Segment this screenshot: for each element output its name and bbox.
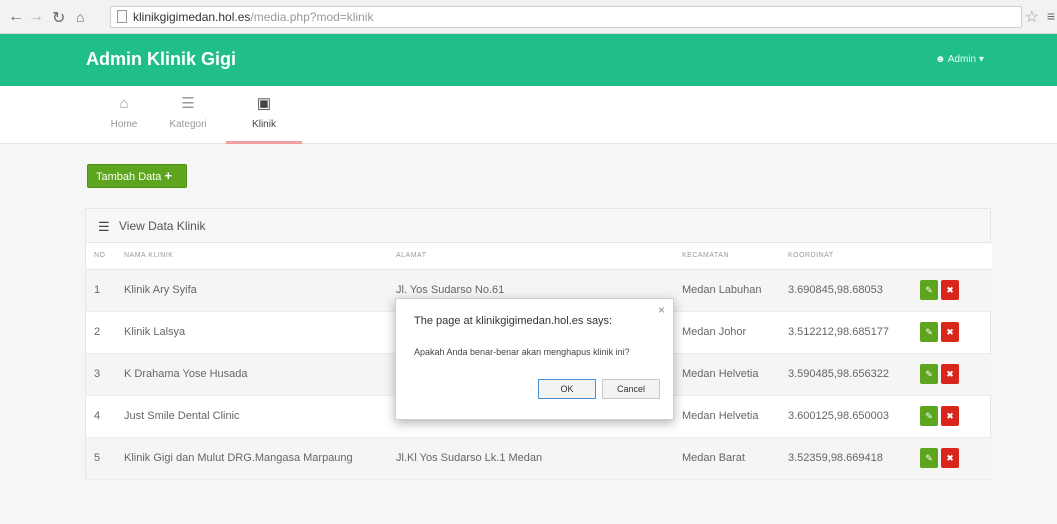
window-icon: ▣ bbox=[256, 95, 272, 112]
cell-actions: ✎ ✖ bbox=[910, 269, 992, 312]
cell-kecamatan: Medan Helvetia bbox=[674, 395, 780, 438]
close-icon: ✖ bbox=[946, 285, 954, 295]
user-name: Admin bbox=[947, 54, 977, 65]
panel-title: View Data Klinik bbox=[119, 219, 206, 233]
cell-kecamatan: Medan Barat bbox=[674, 437, 780, 480]
list-icon: ☰ bbox=[98, 219, 110, 234]
nav-tabs: ⌂ Home ☰ Kategori ▣ Klinik bbox=[0, 86, 1057, 144]
cell-no: 5 bbox=[86, 437, 116, 480]
cell-nama: K Drahama Yose Husada bbox=[116, 353, 388, 396]
dialog-close-icon[interactable]: × bbox=[658, 303, 665, 317]
close-icon: ✖ bbox=[946, 327, 954, 337]
tab-kategori[interactable]: ☰ Kategori bbox=[150, 94, 226, 144]
cell-koordinat: 3.690845,98.68053 bbox=[780, 269, 910, 312]
caret-down-icon: ▾ bbox=[978, 54, 984, 65]
delete-button[interactable]: ✖ bbox=[941, 448, 959, 468]
app-header: Admin Klinik Gigi ☻ Admin ▾ bbox=[0, 34, 1057, 86]
cell-koordinat: 3.600125,98.650003 bbox=[780, 395, 910, 438]
browser-menu-icon[interactable]: ≡ bbox=[1047, 8, 1055, 24]
delete-button[interactable]: ✖ bbox=[941, 406, 959, 426]
edit-icon: ✎ bbox=[925, 369, 933, 379]
delete-button[interactable]: ✖ bbox=[941, 322, 959, 342]
user-icon: ☻ bbox=[935, 54, 946, 65]
col-nama: NAMA KLINIK bbox=[116, 243, 388, 270]
browser-toolbar: ← → ↻ ⌂ klinikgigimedan.hol.es/media.php… bbox=[0, 0, 1057, 34]
close-icon: ✖ bbox=[946, 369, 954, 379]
cell-nama: Klinik Gigi dan Mulut DRG.Mangasa Marpau… bbox=[116, 437, 388, 480]
col-koordinat: KOORDINAT bbox=[780, 243, 910, 270]
dialog-title: The page at klinikgigimedan.hol.es says: bbox=[414, 315, 613, 327]
tab-klinik-label: Klinik bbox=[252, 119, 276, 130]
cell-nama: Klinik Lalsya bbox=[116, 311, 388, 354]
tab-klinik[interactable]: ▣ Klinik bbox=[226, 94, 302, 144]
cell-kecamatan: Medan Labuhan bbox=[674, 269, 780, 312]
cell-kecamatan: Medan Johor bbox=[674, 311, 780, 354]
delete-button[interactable]: ✖ bbox=[941, 280, 959, 300]
brand-title[interactable]: Admin Klinik Gigi bbox=[86, 49, 236, 70]
plus-icon: + bbox=[164, 168, 173, 183]
tab-kategori-label: Kategori bbox=[169, 119, 207, 130]
cell-actions: ✎ ✖ bbox=[910, 353, 992, 396]
cell-no: 3 bbox=[86, 353, 116, 396]
page-icon bbox=[117, 10, 127, 23]
cell-alamat: Jl.Kl Yos Sudarso Lk.1 Medan bbox=[388, 437, 674, 480]
edit-button[interactable]: ✎ bbox=[920, 448, 938, 468]
col-kecamatan: KECAMATAN bbox=[674, 243, 780, 270]
back-icon[interactable]: ← bbox=[8, 8, 24, 26]
edit-button[interactable]: ✎ bbox=[920, 280, 938, 300]
edit-button[interactable]: ✎ bbox=[920, 322, 938, 342]
cell-kecamatan: Medan Helvetia bbox=[674, 353, 780, 396]
bookmark-star-icon[interactable]: ☆ bbox=[1025, 7, 1039, 27]
edit-button[interactable]: ✎ bbox=[920, 364, 938, 384]
edit-button[interactable]: ✎ bbox=[920, 406, 938, 426]
user-menu[interactable]: ☻ Admin ▾ bbox=[935, 54, 984, 65]
cell-actions: ✎ ✖ bbox=[910, 437, 992, 480]
url-host: klinikgigimedan.hol.es bbox=[133, 10, 251, 24]
table-row: 5 Klinik Gigi dan Mulut DRG.Mangasa Marp… bbox=[86, 437, 992, 480]
delete-button[interactable]: ✖ bbox=[941, 364, 959, 384]
add-data-label: Tambah Data bbox=[96, 171, 162, 183]
close-icon: ✖ bbox=[946, 411, 954, 421]
cell-koordinat: 3.52359,98.669418 bbox=[780, 437, 910, 480]
edit-icon: ✎ bbox=[925, 327, 933, 337]
ok-button[interactable]: OK bbox=[538, 379, 596, 399]
cell-nama: Klinik Ary Syifa bbox=[116, 269, 388, 312]
list-icon: ☰ bbox=[181, 95, 195, 112]
dialog-message: Apakah Anda benar-benar akan menghapus k… bbox=[414, 347, 630, 357]
home-browser-icon[interactable]: ⌂ bbox=[76, 9, 84, 25]
cell-nama: Just Smile Dental Clinic bbox=[116, 395, 388, 438]
cell-no: 1 bbox=[86, 269, 116, 312]
add-data-button[interactable]: Tambah Data + bbox=[87, 164, 187, 188]
col-actions bbox=[910, 243, 992, 270]
col-no: NO bbox=[86, 243, 116, 270]
cancel-button[interactable]: Cancel bbox=[602, 379, 660, 399]
table-header-row: NO NAMA KLINIK ALAMAT KECAMATAN KOORDINA… bbox=[86, 243, 992, 270]
edit-icon: ✎ bbox=[925, 285, 933, 295]
cell-no: 4 bbox=[86, 395, 116, 438]
reload-icon[interactable]: ↻ bbox=[52, 8, 65, 28]
confirm-dialog: × The page at klinikgigimedan.hol.es say… bbox=[395, 298, 674, 420]
address-bar[interactable]: klinikgigimedan.hol.es/media.php?mod=kli… bbox=[110, 6, 1022, 28]
edit-icon: ✎ bbox=[925, 411, 933, 421]
close-icon: ✖ bbox=[946, 453, 954, 463]
cell-koordinat: 3.590485,98.656322 bbox=[780, 353, 910, 396]
cell-actions: ✎ ✖ bbox=[910, 311, 992, 354]
edit-icon: ✎ bbox=[925, 453, 933, 463]
url-path: /media.php?mod=klinik bbox=[250, 10, 374, 24]
col-alamat: ALAMAT bbox=[388, 243, 674, 270]
cell-koordinat: 3.512212,98.685177 bbox=[780, 311, 910, 354]
cell-no: 2 bbox=[86, 311, 116, 354]
forward-icon[interactable]: → bbox=[28, 8, 44, 26]
cell-actions: ✎ ✖ bbox=[910, 395, 992, 438]
panel-header: ☰ View Data Klinik bbox=[86, 209, 990, 243]
